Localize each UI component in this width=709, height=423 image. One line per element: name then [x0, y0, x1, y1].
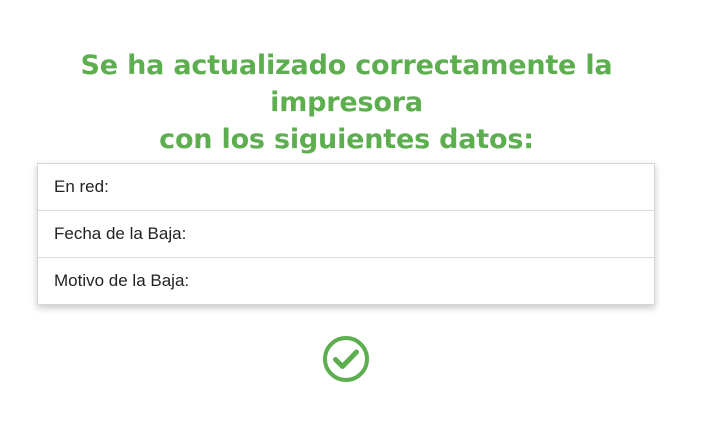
- success-title-line-1: Se ha actualizado correctamente la impre…: [80, 50, 613, 118]
- printer-details-list: En red: Fecha de la Baja: Motivo de la B…: [37, 163, 655, 305]
- success-title: Se ha actualizado correctamente la impre…: [0, 47, 693, 158]
- detail-label-motivo-baja: Motivo de la Baja:: [54, 271, 190, 290]
- detail-row-fecha-baja: Fecha de la Baja:: [38, 210, 654, 257]
- success-title-line-2: con los siguientes datos:: [159, 124, 534, 155]
- detail-label-fecha-baja: Fecha de la Baja:: [54, 224, 187, 243]
- check-circle-icon: [322, 335, 370, 383]
- detail-label-en-red: En red:: [54, 177, 109, 196]
- detail-row-en-red: En red:: [38, 164, 654, 210]
- detail-row-motivo-baja: Motivo de la Baja:: [38, 257, 654, 304]
